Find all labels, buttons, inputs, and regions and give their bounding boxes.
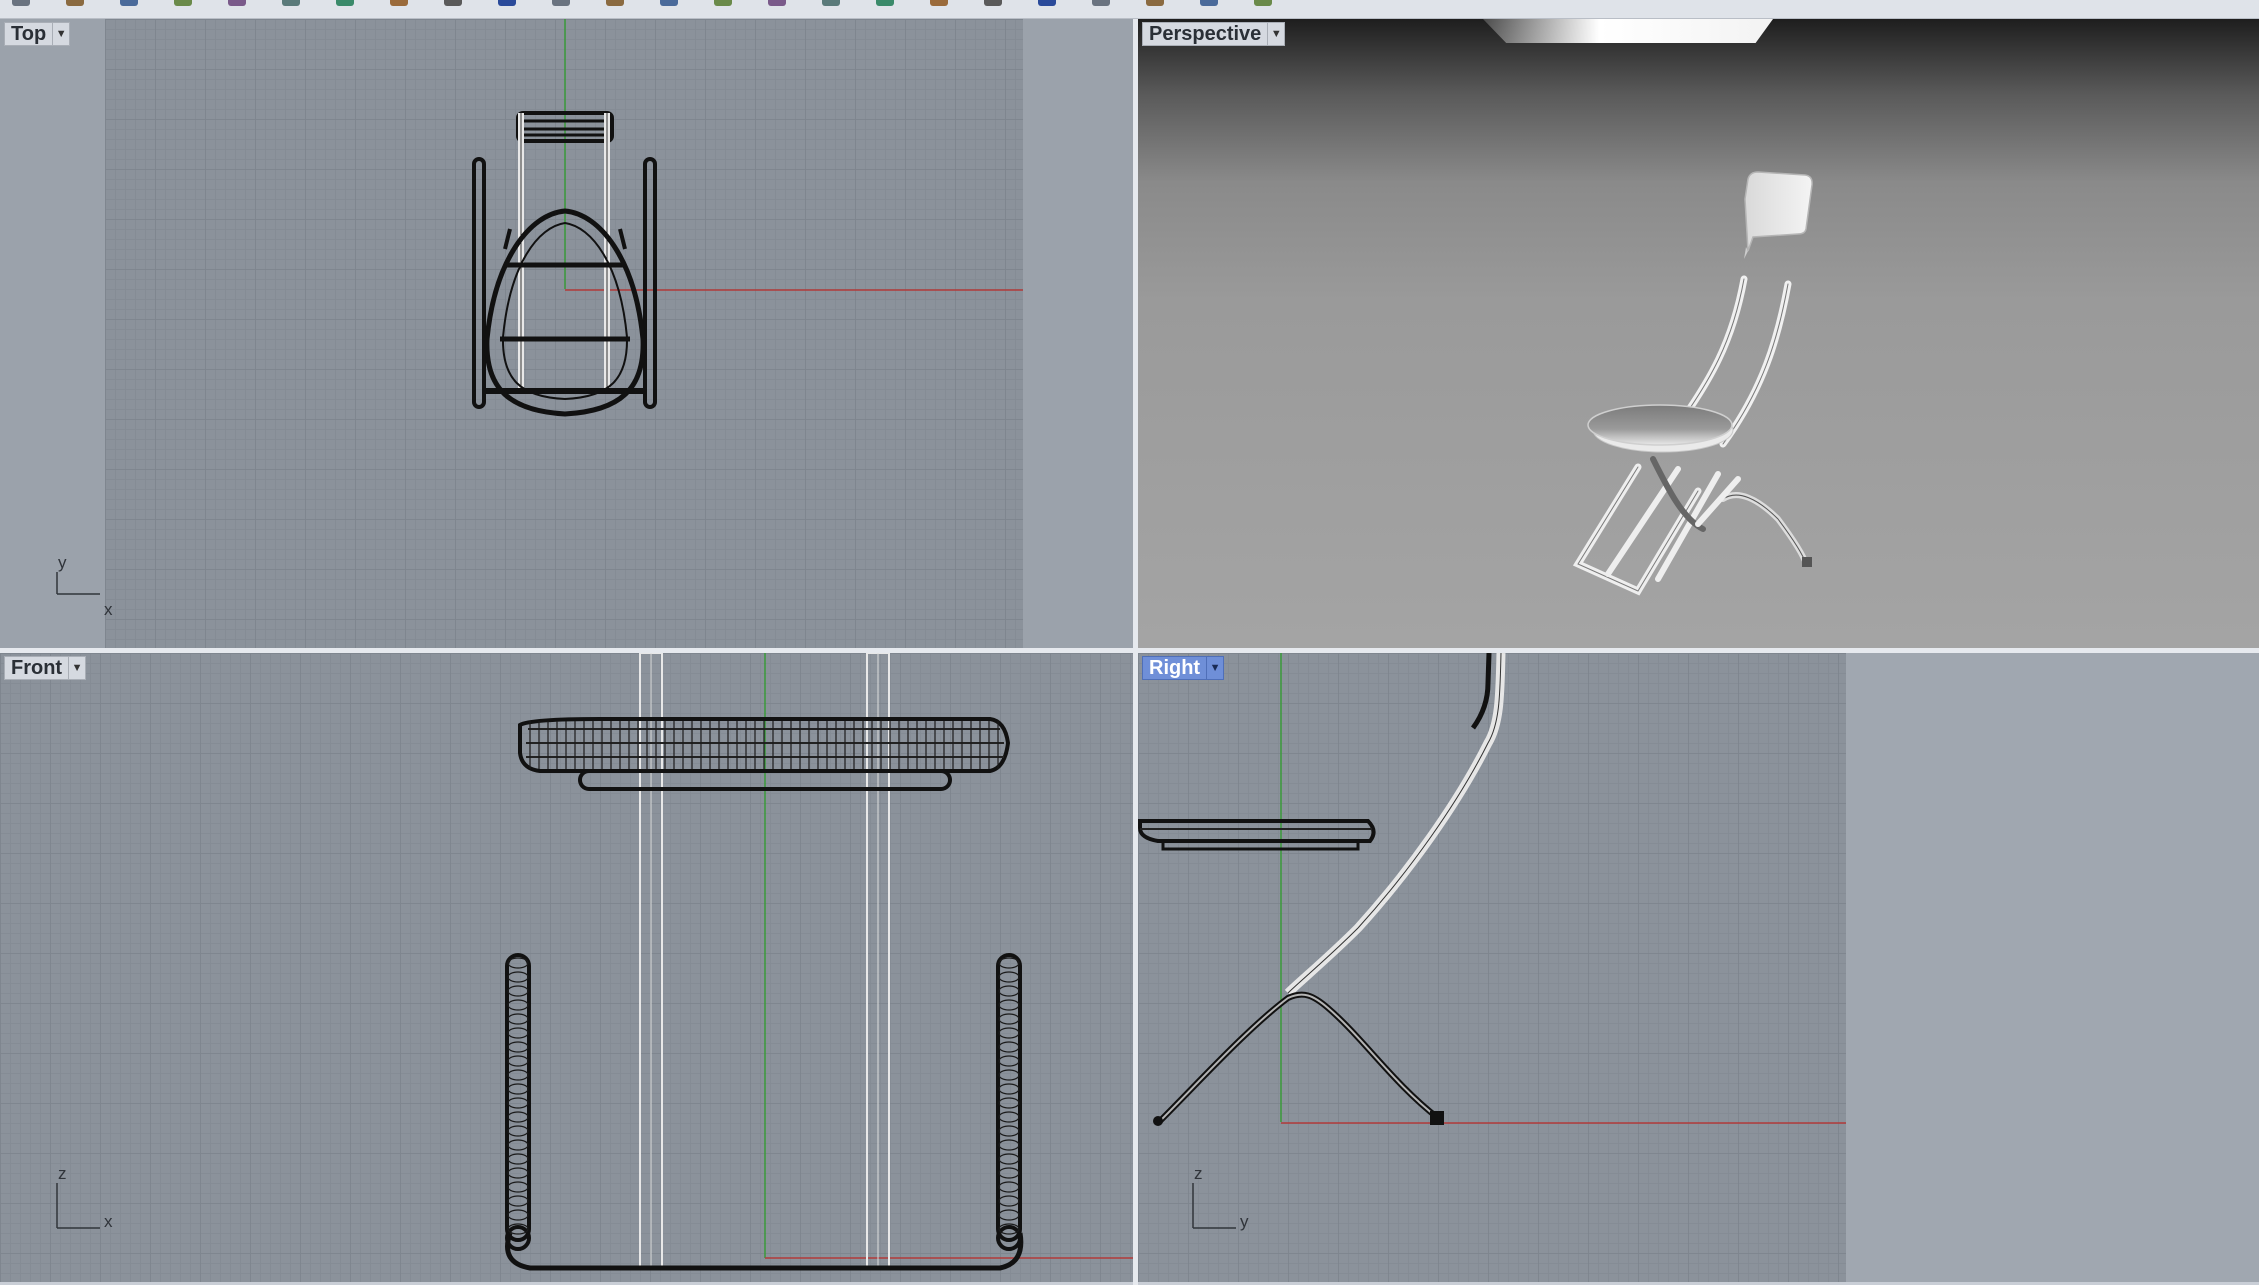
viewport-label-front[interactable]: Front ▼ xyxy=(4,656,87,680)
leg-rib xyxy=(998,1167,1020,1179)
perspective-scene xyxy=(1572,171,1813,596)
leg-rib xyxy=(998,1111,1020,1123)
viewport-empty-area xyxy=(1846,653,2259,1282)
new-icon[interactable] xyxy=(12,0,30,6)
leg-rib xyxy=(507,999,529,1011)
leg-rib xyxy=(507,1027,529,1039)
viewport-title: Perspective xyxy=(1149,22,1262,45)
leg-rib xyxy=(998,1097,1020,1109)
axis-label-z: z xyxy=(58,1164,67,1183)
viewport-title: Top xyxy=(11,22,47,45)
help-icon[interactable] xyxy=(1254,0,1272,6)
leg-rib xyxy=(507,1041,529,1053)
copy-icon[interactable] xyxy=(336,0,354,6)
axis-label-z: z xyxy=(1194,1164,1203,1183)
leg-rib xyxy=(507,1209,529,1221)
undo-icon[interactable] xyxy=(444,0,462,6)
leg-rib xyxy=(998,1209,1020,1221)
leg-rib xyxy=(507,1195,529,1207)
viewport-perspective[interactable]: Perspective ▼ xyxy=(1138,19,2259,648)
chevron-down-icon[interactable]: ▼ xyxy=(68,657,85,679)
front-view-scene: z x xyxy=(56,653,1133,1271)
save-icon[interactable] xyxy=(120,0,138,6)
axis-label-y: y xyxy=(1240,1212,1249,1231)
camera-icon[interactable] xyxy=(1146,0,1164,6)
viewport-label-perspective[interactable]: Perspective ▼ xyxy=(1142,22,1286,46)
chevron-down-icon[interactable]: ▼ xyxy=(52,23,69,45)
leg-rib xyxy=(998,1055,1020,1067)
leg-rib xyxy=(998,1181,1020,1193)
leg-rib xyxy=(998,999,1020,1011)
axis-indicator xyxy=(56,1183,100,1229)
leg-rib xyxy=(507,1097,529,1109)
axis-label-x: x xyxy=(104,1212,113,1231)
redo-icon[interactable] xyxy=(498,0,516,6)
leg-rib xyxy=(998,1083,1020,1095)
leg-rib xyxy=(507,1013,529,1025)
leg-rib xyxy=(507,1153,529,1165)
leg-rib xyxy=(507,1069,529,1081)
leg-rib xyxy=(998,1125,1020,1137)
viewport-label-right[interactable]: Right ▼ xyxy=(1142,656,1225,680)
leg-rib xyxy=(998,957,1020,969)
viewport-right[interactable]: Right ▼ z y xyxy=(1138,653,2259,1282)
leg-rib xyxy=(998,1153,1020,1165)
zoom-extents-icon[interactable] xyxy=(768,0,786,6)
leg-rib xyxy=(998,1069,1020,1081)
leg-rib xyxy=(998,971,1020,983)
chair-wireframe-right xyxy=(1138,653,1506,1126)
pan-icon[interactable] xyxy=(552,0,570,6)
leg-rib xyxy=(507,1055,529,1067)
chevron-down-icon[interactable]: ▼ xyxy=(1267,23,1284,45)
leg-rib xyxy=(507,1125,529,1137)
leg-rib xyxy=(507,971,529,983)
layer-icon[interactable] xyxy=(876,0,894,6)
print-icon[interactable] xyxy=(174,0,192,6)
viewport-title: Right xyxy=(1149,656,1201,679)
axis-label-x: x xyxy=(104,600,113,619)
leg-rib xyxy=(998,1027,1020,1039)
leg-rib xyxy=(998,985,1020,997)
paste-icon[interactable] xyxy=(390,0,408,6)
leg-rib xyxy=(998,1041,1020,1053)
cut-icon[interactable] xyxy=(282,0,300,6)
zoom-window-icon[interactable] xyxy=(714,0,732,6)
chair-wireframe-ribs xyxy=(507,721,1020,1235)
leg-rib xyxy=(507,1139,529,1151)
leg-rib xyxy=(507,1083,529,1095)
toolbar xyxy=(0,0,2259,19)
sphere-icon[interactable] xyxy=(1200,0,1218,6)
leg-rib xyxy=(507,957,529,969)
select-icon[interactable] xyxy=(822,0,840,6)
viewport-title: Front xyxy=(11,656,63,679)
leg-rib xyxy=(507,985,529,997)
leg-rib xyxy=(507,1111,529,1123)
folder-icon[interactable] xyxy=(228,0,246,6)
chair-seat xyxy=(1587,404,1733,446)
leg-rib xyxy=(998,1139,1020,1151)
chair-backrest xyxy=(1744,171,1813,252)
open-icon[interactable] xyxy=(66,0,84,6)
leg-rib xyxy=(507,1167,529,1179)
viewport-top[interactable]: Top ▼ y x xyxy=(0,19,1133,648)
leg-rib xyxy=(507,1181,529,1193)
axis-indicator xyxy=(1192,1183,1236,1229)
rotate-icon[interactable] xyxy=(606,0,624,6)
viewport-front[interactable]: Front ▼ z x xyxy=(0,653,1133,1282)
axis-label-y: y xyxy=(58,553,67,572)
material-icon[interactable] xyxy=(1038,0,1056,6)
render-icon[interactable] xyxy=(984,0,1002,6)
chevron-down-icon[interactable]: ▼ xyxy=(1206,657,1223,679)
top-view-scene: y x xyxy=(56,19,1023,619)
leg-rib xyxy=(998,1013,1020,1025)
leg-rib xyxy=(998,1195,1020,1207)
properties-icon[interactable] xyxy=(930,0,948,6)
viewport-label-top[interactable]: Top ▼ xyxy=(4,22,71,46)
light-icon[interactable] xyxy=(1092,0,1110,6)
zoom-icon[interactable] xyxy=(660,0,678,6)
axis-indicator xyxy=(56,572,100,595)
